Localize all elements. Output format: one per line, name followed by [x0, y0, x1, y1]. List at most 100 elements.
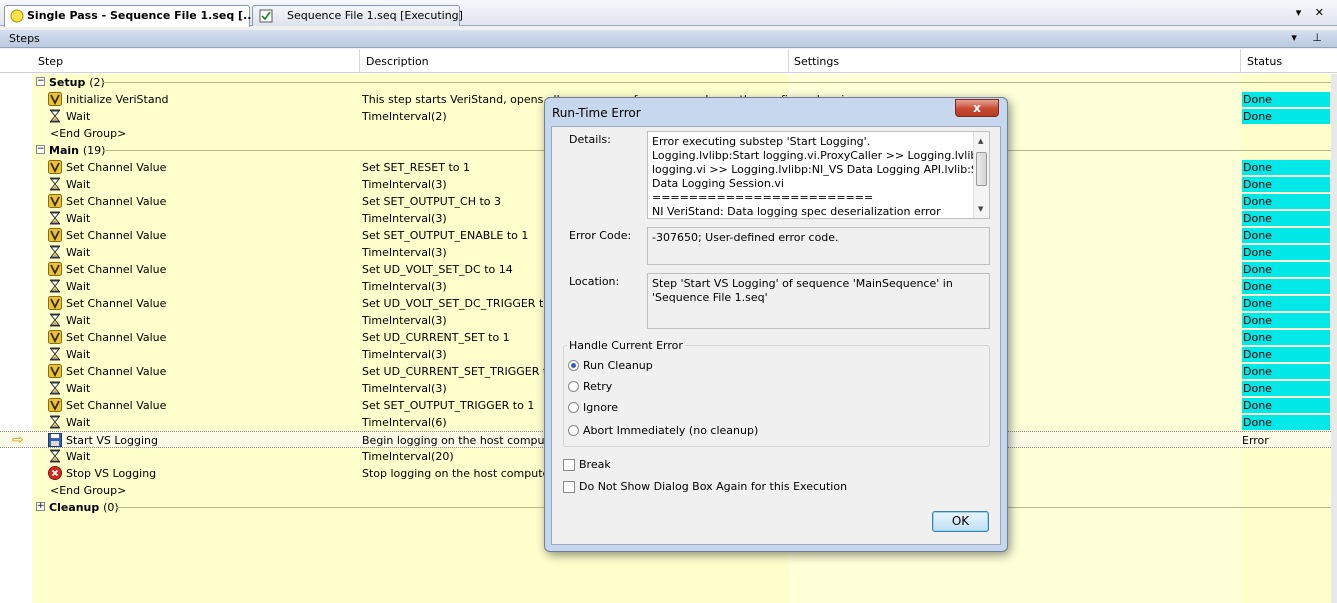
group-title: Cleanup [49, 501, 100, 514]
step-name: Set Channel Value [66, 365, 167, 378]
step-description: Set UD_CURRENT_SET to 1 [362, 331, 510, 344]
close-button[interactable]: x [955, 99, 999, 117]
error-code-label: Error Code: [569, 229, 632, 242]
scroll-thumb[interactable] [976, 152, 987, 186]
tab-sequence-file[interactable]: Sequence File 1.seq [Executing] [252, 5, 463, 26]
details-scrollbar[interactable]: ▲ ▼ [973, 132, 989, 218]
step-description: TimeInterval(20) [362, 450, 454, 463]
status-badge: Error [1242, 434, 1269, 447]
step-name: Set Channel Value [66, 331, 167, 344]
status-badge: Done [1242, 160, 1330, 175]
step-name: Set Channel Value [66, 161, 167, 174]
dialog-body: Details: Error executing substep 'Start … [551, 126, 1001, 545]
status-badge: Done [1242, 313, 1330, 328]
step-description: Set SET_OUTPUT_ENABLE to 1 [362, 229, 529, 242]
step-description: TimeInterval(3) [362, 246, 447, 259]
document-tab-bar: Single Pass - Sequence File 1.seq [... S… [0, 0, 1337, 27]
details-label: Details: [569, 133, 611, 146]
details-line: NI VeriStand: Data logging spec deserial… [652, 205, 941, 218]
status-badge: Done [1242, 109, 1330, 124]
status-badge: Done [1242, 415, 1330, 430]
run-time-error-dialog: Run-Time Error x Details: Error executin… [544, 97, 1008, 552]
scroll-up-icon[interactable]: ▲ [978, 134, 983, 148]
step-description: Set SET_RESET to 1 [362, 161, 470, 174]
group-name: Cleanup (0) [49, 501, 119, 514]
step-description: TimeInterval(3) [362, 348, 447, 361]
step-description: TimeInterval(3) [362, 178, 447, 191]
scroll-down-icon[interactable]: ▼ [978, 202, 983, 216]
expand-toggle-icon[interactable]: + [36, 502, 45, 511]
tab-label: Single Pass - Sequence File 1.seq [... [27, 9, 256, 22]
group-divider [103, 82, 1331, 83]
step-description: TimeInterval(3) [362, 280, 447, 293]
step-name: Set Channel Value [66, 399, 167, 412]
step-description: Set UD_CURRENT_SET_TRIGGER to 1 [362, 365, 565, 378]
veristand-icon [48, 228, 62, 242]
run-cleanup-radio[interactable]: Run Cleanup [568, 359, 653, 372]
column-step[interactable]: Step [38, 55, 63, 68]
save-icon [48, 433, 62, 447]
end-group-label: <End Group> [50, 127, 127, 140]
status-badge: Done [1242, 262, 1330, 277]
column-header: Step Description Settings Status [0, 49, 1337, 73]
group-row-setup[interactable]: − Setup (2) [0, 74, 1331, 91]
tab-single-pass[interactable]: Single Pass - Sequence File 1.seq [... [4, 5, 256, 27]
hourglass-icon [48, 109, 62, 123]
expand-toggle-icon[interactable]: − [36, 145, 45, 154]
current-step-arrow-icon: ⇨ [12, 432, 24, 448]
details-textbox[interactable]: Error executing substep 'Start Logging'.… [647, 131, 990, 219]
status-badge: Done [1242, 92, 1330, 107]
checkbox-icon [563, 459, 575, 471]
step-description: TimeInterval(2) [362, 110, 447, 123]
retry-radio[interactable]: Retry [568, 380, 612, 393]
abort-immediately-radio[interactable]: Abort Immediately (no cleanup) [568, 424, 758, 437]
column-status[interactable]: Status [1247, 55, 1282, 68]
status-badge: Done [1242, 347, 1330, 362]
veristand-icon [48, 92, 62, 106]
status-badge: Done [1242, 211, 1330, 226]
option-label: Abort Immediately (no cleanup) [583, 424, 759, 437]
radio-icon [568, 425, 579, 436]
veristand-icon [48, 330, 62, 344]
step-name: Wait [66, 314, 91, 327]
status-badge: Done [1242, 296, 1330, 311]
radio-selected-icon [568, 360, 579, 371]
step-name: Wait [66, 280, 91, 293]
column-description[interactable]: Description [366, 55, 429, 68]
error-code-textbox[interactable]: -307650; User-defined error code. [647, 227, 990, 265]
status-badge: Done [1242, 364, 1330, 379]
details-line: Data Logging Session.vi [652, 177, 784, 190]
group-title: Main [49, 144, 79, 157]
hourglass-icon [48, 279, 62, 293]
ignore-radio[interactable]: Ignore [568, 401, 618, 414]
tab-label: Sequence File 1.seq [Executing] [287, 9, 463, 22]
step-description: Set UD_VOLT_SET_DC_TRIGGER to 1 [362, 297, 561, 310]
step-description: TimeInterval(3) [362, 382, 447, 395]
veristand-icon [48, 160, 62, 174]
column-settings[interactable]: Settings [794, 55, 839, 68]
status-badge: Done [1242, 398, 1330, 413]
do-not-show-checkbox[interactable]: Do Not Show Dialog Box Again for this Ex… [563, 480, 847, 493]
checkbox-label: Break [579, 458, 611, 471]
radio-icon [568, 381, 579, 392]
location-label: Location: [569, 275, 620, 288]
step-description: Set UD_VOLT_SET_DC to 14 [362, 263, 513, 276]
details-text: Error executing substep 'Start Logging'.… [652, 135, 989, 218]
step-name: Wait [66, 212, 91, 225]
step-name: Wait [66, 416, 91, 429]
step-name: Wait [66, 348, 91, 361]
ok-button[interactable]: OK [932, 511, 989, 532]
status-badge: Done [1242, 194, 1330, 209]
grid-scrollbar[interactable] [1331, 74, 1337, 603]
steps-panel-title: Steps [9, 32, 40, 45]
step-name: Stop VS Logging [66, 467, 157, 480]
checkbox-icon [563, 481, 575, 493]
step-name: Set Channel Value [66, 195, 167, 208]
location-textbox[interactable]: Step 'Start VS Logging' of sequence 'Mai… [647, 273, 990, 329]
step-name: Wait [66, 178, 91, 191]
break-checkbox[interactable]: Break [563, 458, 611, 471]
hourglass-icon [48, 211, 62, 225]
panel-pin-controls[interactable]: ▾ ⊥ [1291, 31, 1328, 44]
tab-window-controls[interactable]: ▾ ✕ [1296, 6, 1329, 19]
expand-toggle-icon[interactable]: − [36, 77, 45, 86]
